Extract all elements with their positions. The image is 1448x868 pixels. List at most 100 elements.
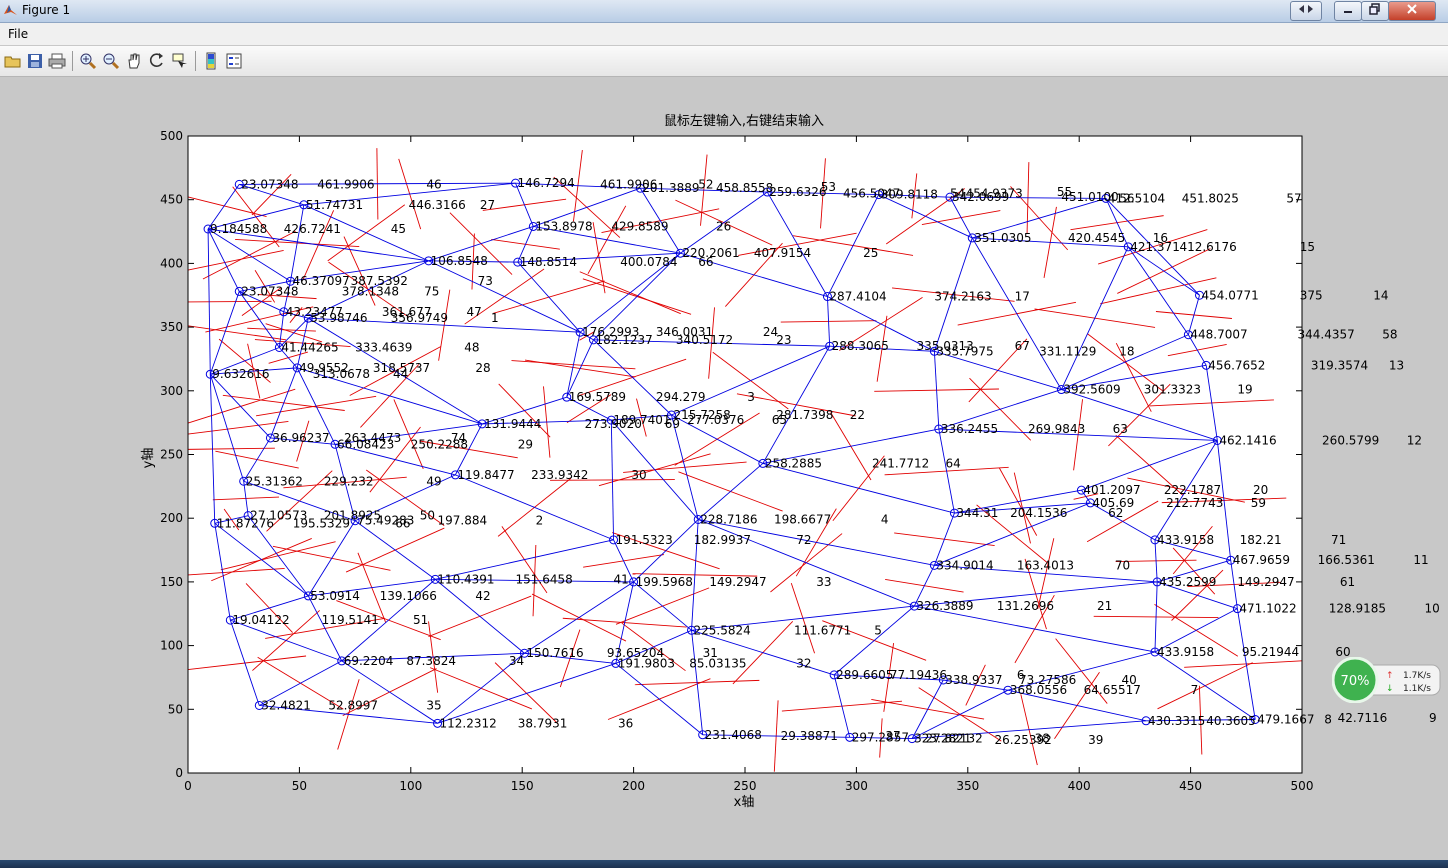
annotation-label: 32 (796, 656, 811, 670)
annotation-label: 62 (1108, 506, 1123, 520)
annotation-label: 66 (395, 516, 410, 530)
annotation-label: 119.5141 (322, 613, 379, 627)
zoom-out-icon[interactable] (101, 51, 121, 71)
annotation-label: 241.7712 (872, 456, 929, 470)
annotation-label: 34 (509, 654, 524, 668)
x-tick-label: 300 (845, 779, 868, 793)
annotation-label: 197.884 (438, 514, 488, 528)
data-point-label: 9.184588 (210, 222, 267, 236)
annotation-label: 233.9342 (531, 468, 588, 482)
annotation-label: 461.9906 (600, 177, 657, 191)
data-point-label: 392.5609 (1063, 383, 1120, 397)
annotation-label: 53 (821, 180, 836, 194)
annotation-label: 59 (1251, 496, 1266, 510)
annotation-label: 58 (1382, 328, 1397, 342)
annotation-label: 67 (1015, 339, 1030, 353)
data-point-label: 153.8978 (535, 219, 592, 233)
rotate-icon[interactable] (147, 51, 167, 71)
data-point-label: 448.7007 (1190, 328, 1247, 342)
annotation-label: 3 (747, 390, 755, 404)
data-point-label: 51.74731 (306, 198, 363, 212)
annotation-label: 331.1129 (1039, 344, 1096, 358)
data-point-label: 228.7186 (700, 512, 757, 526)
annotation-label: 198.6677 (774, 512, 831, 526)
data-point-label: 467.9659 (1233, 553, 1290, 567)
legend-icon[interactable] (224, 51, 244, 71)
close-icon (1407, 4, 1417, 14)
annotation-label: 8 (1324, 712, 1332, 726)
restore-down-button[interactable] (1290, 1, 1322, 21)
annotation-label: 54 (950, 186, 965, 200)
y-tick-label: 200 (160, 511, 183, 525)
data-point-label: 110.4391 (437, 572, 494, 586)
network-speed-widget[interactable]: 70% ↑ 1.7K/s ↓ 1.1K/s (1332, 657, 1442, 703)
annotation-label: 95.21944 (1242, 645, 1299, 659)
annotation-label: 41 (614, 572, 629, 586)
annotation-label: 149.2947 (1237, 575, 1294, 589)
maximize-button[interactable] (1361, 1, 1389, 21)
annotation-label: 407.9154 (754, 246, 811, 260)
annotation-label: 70 (1115, 558, 1130, 572)
annotation-label: 50 (420, 509, 435, 523)
data-point-label: 433.9158 (1157, 533, 1214, 547)
annotation-label: 301.3323 (1144, 383, 1201, 397)
data-point-label: 9.632616 (212, 367, 269, 381)
annotation-label: 273.9020 (585, 417, 642, 431)
annotation-label: 277.0376 (687, 413, 744, 427)
annotation-label: 131.2696 (997, 599, 1054, 613)
data-point-label: 471.1022 (1239, 602, 1296, 616)
annotation-label: 77.19436 (890, 668, 947, 682)
data-point-label: 131.9444 (484, 417, 541, 431)
annotation-label: 42.7116 (1338, 711, 1388, 725)
annotation-label: 64.65517 (1084, 683, 1141, 697)
annotation-label: 313.0678 (313, 367, 370, 381)
annotation-label: 35 (426, 698, 441, 712)
data-point-label: 225.5824 (694, 623, 751, 637)
annotation-label: 269.9843 (1028, 422, 1085, 436)
annotation-label: 69 (665, 417, 680, 431)
annotation-label: 29.38871 (781, 729, 838, 743)
x-tick-label: 50 (292, 779, 307, 793)
data-point-label: 112.2312 (440, 716, 497, 730)
annotation-label: 451.8025 (1182, 191, 1239, 205)
data-point-label: 326.3889 (916, 599, 973, 613)
annotation-label: 182.21 (1240, 533, 1282, 547)
annotation-label: 139.1066 (380, 589, 437, 603)
y-tick-label: 100 (160, 639, 183, 653)
axes-plot[interactable]: 鼠标左键输入,右键结束输入 x轴 y轴 0 50 100 150 200 250 300 35… (0, 77, 1448, 862)
annotation-label: 195.5329 (293, 516, 350, 530)
annotation-label: 11 (1413, 553, 1428, 567)
pan-icon[interactable] (124, 51, 144, 71)
annotation-label: 26 (716, 219, 731, 233)
print-icon[interactable] (47, 51, 67, 71)
menu-bar: File (0, 23, 1448, 45)
save-icon[interactable] (25, 51, 45, 71)
data-point-label: 146.7294 (518, 176, 575, 190)
y-tick-label: 500 (160, 129, 183, 143)
annotation-label: 9 (1429, 711, 1437, 725)
data-point-label: 53.0914 (310, 589, 360, 603)
data-point-label: 344.31 (956, 506, 998, 520)
menu-file[interactable]: File (8, 27, 28, 41)
annotation-label: 56 (1119, 191, 1134, 205)
minimize-button[interactable] (1334, 1, 1362, 21)
data-point-label: 351.0305 (974, 231, 1031, 245)
close-button[interactable] (1388, 1, 1436, 21)
colorbar-icon[interactable] (201, 51, 221, 71)
x-tick-label: 500 (1291, 779, 1314, 793)
zoom-in-icon[interactable] (78, 51, 98, 71)
x-tick-label: 250 (734, 779, 757, 793)
annotation-label: 356.9749 (391, 311, 448, 325)
data-cursor-icon[interactable] (170, 51, 190, 71)
annotation-label: 14 (1373, 288, 1388, 302)
annotation-label: 72 (796, 533, 811, 547)
open-icon[interactable] (3, 51, 23, 71)
data-point-label: 32.4821 (261, 698, 311, 712)
annotation-label: 22 (850, 408, 865, 422)
annotation-label: 49 (426, 474, 441, 488)
plot-title: 鼠标左键输入,右键结束输入 (664, 113, 824, 129)
voronoi-edge (187, 300, 272, 303)
data-point-label: 454.0771 (1202, 288, 1259, 302)
annotation-label: 47 (467, 305, 482, 319)
y-tick-label: 300 (160, 384, 183, 398)
